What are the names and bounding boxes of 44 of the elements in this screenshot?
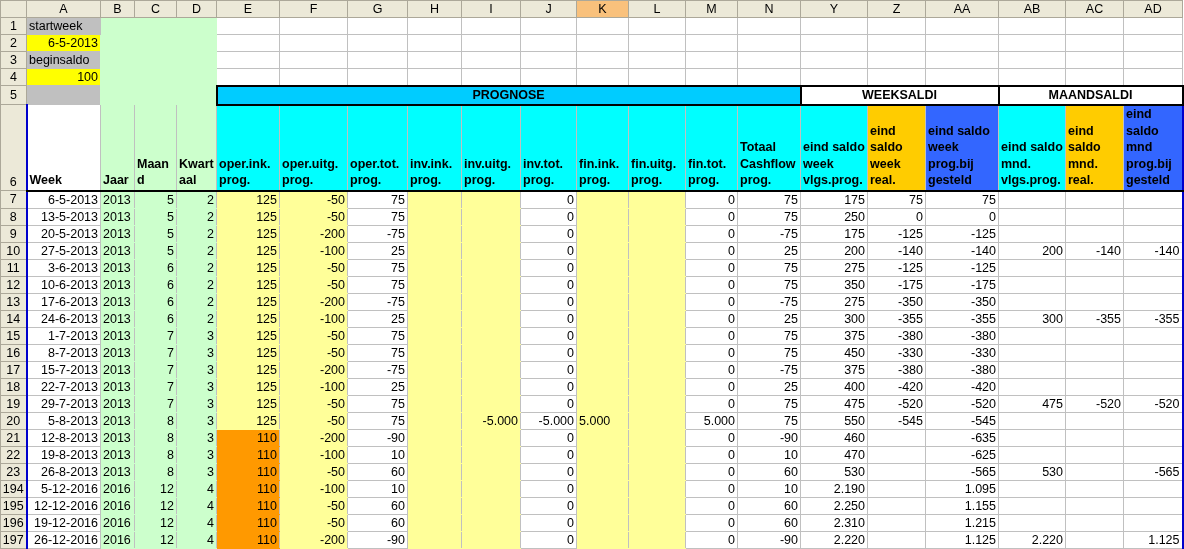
- section-header: WEEKSALDI: [800, 85, 999, 105]
- column-heading: Week: [26, 104, 101, 191]
- column-heading: eind saldo week vlgs.prog.: [800, 104, 868, 191]
- column-header[interactable]: J: [520, 0, 577, 18]
- column-heading: oper.ink. prog.: [216, 104, 280, 191]
- column-heading: eind saldo mnd. vlgs.prog.: [998, 104, 1066, 191]
- column-heading: inv.uitg. prog.: [461, 104, 521, 191]
- column-header[interactable]: Y: [800, 0, 868, 18]
- column-heading: inv.tot. prog.: [520, 104, 577, 191]
- column-heading: fin.uitg. prog.: [628, 104, 686, 191]
- column-heading: Kwartaal: [176, 104, 217, 191]
- column-heading: oper.tot. prog.: [347, 104, 408, 191]
- column-header[interactable]: F: [279, 0, 348, 18]
- column-header[interactable]: B: [100, 0, 135, 18]
- column-header[interactable]: Z: [867, 0, 926, 18]
- column-header[interactable]: I: [461, 0, 521, 18]
- column-heading: Maand: [134, 104, 177, 191]
- column-header[interactable]: M: [685, 0, 738, 18]
- column-heading: eind saldo week prog.bij gesteld: [925, 104, 999, 191]
- column-header[interactable]: E: [216, 0, 280, 18]
- column-heading: oper.uitg. prog.: [279, 104, 348, 191]
- column-header[interactable]: N: [737, 0, 801, 18]
- column-header[interactable]: AB: [998, 0, 1066, 18]
- column-header[interactable]: AC: [1065, 0, 1124, 18]
- column-heading: eind saldo week real.: [867, 104, 926, 191]
- column-header[interactable]: G: [347, 0, 408, 18]
- section-header: PROGNOSE: [216, 85, 801, 105]
- section-header: MAANDSALDI: [998, 85, 1183, 105]
- column-header[interactable]: D: [176, 0, 217, 18]
- column-heading: Jaar: [100, 104, 135, 191]
- row-header[interactable]: 6: [0, 104, 27, 191]
- column-header[interactable]: C: [134, 0, 177, 18]
- column-header[interactable]: H: [407, 0, 462, 18]
- column-header[interactable]: L: [628, 0, 686, 18]
- column-header[interactable]: AA: [925, 0, 999, 18]
- column-heading: Totaal Cashflow prog.: [737, 104, 801, 191]
- column-heading: inv.ink. prog.: [407, 104, 462, 191]
- column-heading: eind saldo mnd. real.: [1065, 104, 1124, 191]
- column-header[interactable]: A: [26, 0, 101, 18]
- column-heading: eind saldo mnd prog.bij gesteld: [1123, 104, 1183, 191]
- column-header[interactable]: K: [576, 0, 629, 18]
- column-heading: fin.ink. prog.: [576, 104, 629, 191]
- column-header[interactable]: AD: [1123, 0, 1183, 18]
- column-heading: fin.tot. prog.: [685, 104, 738, 191]
